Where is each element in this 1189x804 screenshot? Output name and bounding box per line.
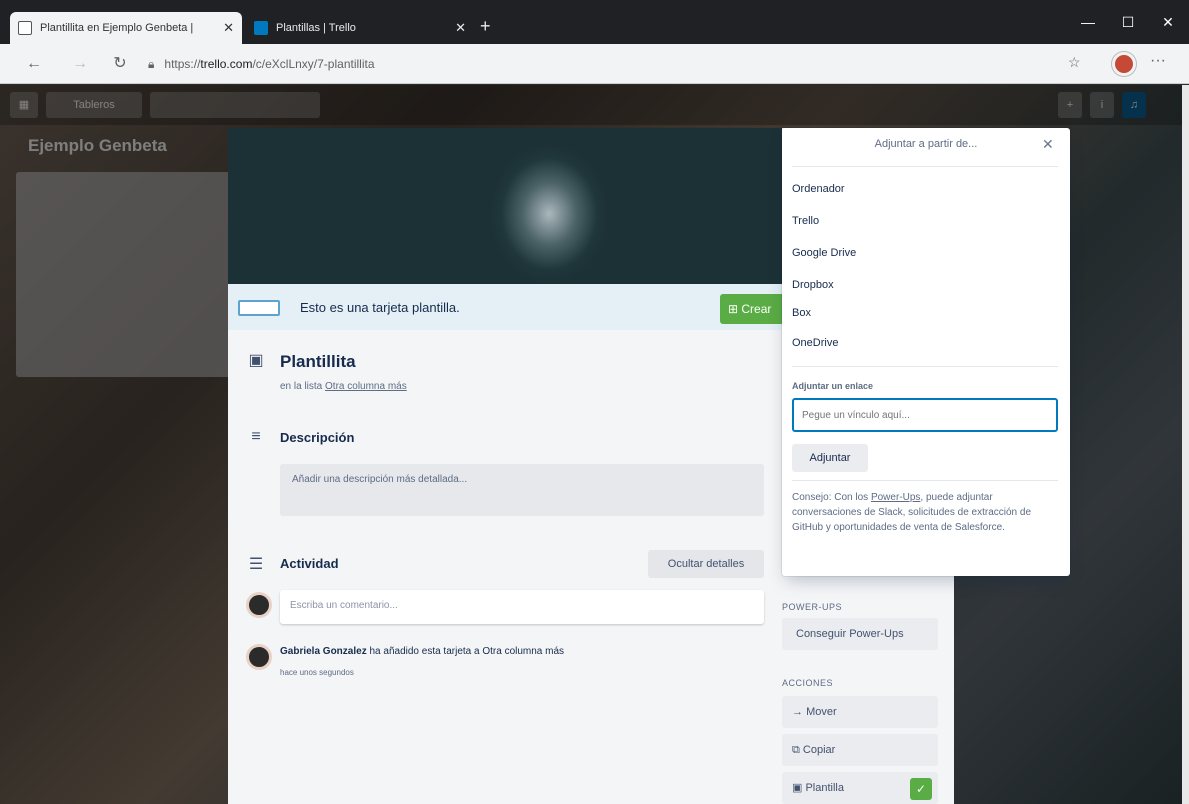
description-field[interactable]: Añadir una descripción más detallada...: [280, 464, 764, 516]
activity-icon: ☰: [248, 556, 264, 573]
activity-heading: Actividad: [280, 556, 339, 571]
close-window-button[interactable]: ✕: [1148, 8, 1188, 36]
new-tab-button[interactable]: +: [480, 16, 491, 37]
divider: [792, 366, 1058, 367]
template-banner-text: Esto es una tarjeta plantilla.: [300, 300, 460, 315]
source-box[interactable]: Box: [782, 298, 1070, 328]
card-list-info: en la lista Otra columna más: [280, 381, 407, 392]
back-arrow-icon[interactable]: ←: [22, 52, 46, 76]
profile-avatar[interactable]: [1112, 52, 1136, 76]
checkmark-icon[interactable]: ✓: [910, 778, 932, 800]
description-heading: Descripción: [280, 430, 355, 445]
copy-button[interactable]: ⧉ Copiar: [782, 734, 938, 766]
divider: [792, 480, 1058, 481]
avatar[interactable]: [246, 592, 272, 618]
favorite-star-icon[interactable]: ☆: [1068, 54, 1081, 71]
arrow-right-icon: →: [792, 706, 803, 718]
powerups-label: POWER-UPS: [782, 602, 843, 612]
template-icon: ▣: [792, 782, 803, 794]
maximize-button[interactable]: ☐: [1108, 8, 1148, 36]
avatar[interactable]: [246, 644, 272, 670]
minimize-button[interactable]: —: [1068, 8, 1108, 36]
card-icon: ▣: [248, 352, 264, 369]
card-cover-image: [228, 128, 782, 284]
card-favicon-icon: [18, 21, 32, 35]
list-link[interactable]: Otra columna más: [325, 381, 407, 392]
trello-favicon-icon: [254, 21, 268, 35]
close-icon[interactable]: ✕: [1042, 136, 1054, 153]
tab-title: Plantillita en Ejemplo Genbeta |: [40, 22, 194, 34]
move-button[interactable]: → Mover: [782, 696, 938, 728]
activity-timestamp[interactable]: hace unos segundos: [280, 668, 354, 677]
more-menu-icon[interactable]: ···: [1150, 52, 1166, 70]
actions-label: ACCIONES: [782, 678, 834, 688]
popover-title: Adjuntar a partir de...: [874, 138, 978, 150]
attach-button[interactable]: Adjuntar: [792, 444, 868, 472]
attach-link-input[interactable]: [792, 398, 1058, 432]
lock-icon: 🔒︎: [148, 56, 155, 71]
source-onedrive[interactable]: OneDrive: [782, 328, 1070, 358]
powerups-tip: Consejo: Con los Power-Ups, puede adjunt…: [792, 492, 1032, 533]
source-dropbox[interactable]: Dropbox: [782, 270, 1070, 300]
powerups-link[interactable]: Power-Ups: [871, 492, 920, 503]
forward-arrow-icon[interactable]: →: [68, 52, 92, 76]
template-card-icon: [238, 300, 280, 316]
close-tab-icon[interactable]: ✕: [223, 20, 234, 36]
close-tab-icon[interactable]: ✕: [455, 20, 466, 36]
attach-link-label: Adjuntar un enlace: [792, 381, 874, 391]
address-bar[interactable]: 🔒︎ https://trello.com/c/eXclLnxy/7-plant…: [148, 50, 1098, 78]
tab-title: Plantillas | Trello: [276, 22, 356, 34]
url-text: https://trello.com/c/eXclLnxy/7-plantill…: [164, 57, 375, 71]
description-icon: ≡: [251, 428, 261, 445]
activity-entry: Gabriela Gonzalez ha añadido esta tarjet…: [280, 646, 565, 657]
activity-user[interactable]: Gabriela Gonzalez: [280, 646, 367, 657]
source-ordenador[interactable]: Ordenador: [782, 174, 1070, 204]
get-powerups-button[interactable]: Conseguir Power-Ups: [782, 618, 938, 650]
tab-inactive[interactable]: Plantillas | Trello ✕: [246, 12, 474, 44]
divider: [792, 166, 1058, 167]
source-google-drive[interactable]: Google Drive: [782, 238, 1070, 268]
copy-icon: ⧉: [792, 744, 800, 756]
card-title[interactable]: Plantillita: [280, 352, 356, 372]
comment-input[interactable]: Escriba un comentario...: [280, 590, 764, 624]
source-trello[interactable]: Trello: [782, 206, 1070, 236]
tab-active[interactable]: Plantillita en Ejemplo Genbeta | ✕: [10, 12, 242, 44]
page-scrollbar[interactable]: [1182, 85, 1189, 804]
create-card-button[interactable]: ⊞ Crear: [720, 294, 782, 324]
hide-details-button[interactable]: Ocultar detalles: [648, 550, 764, 578]
refresh-icon[interactable]: ↻: [108, 52, 132, 76]
